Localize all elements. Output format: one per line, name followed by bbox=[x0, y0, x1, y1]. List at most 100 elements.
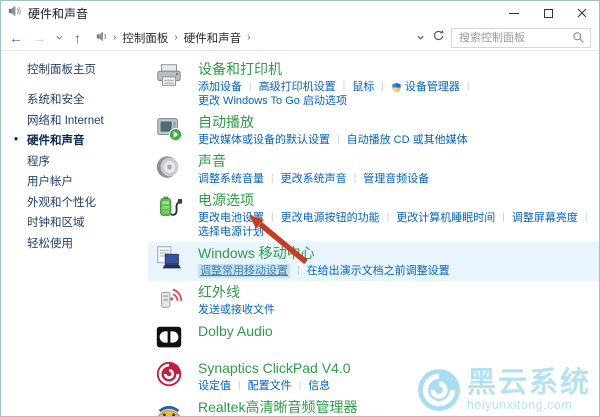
minimize-button[interactable] bbox=[497, 1, 531, 25]
task-link[interactable]: 设备管理器 bbox=[391, 80, 460, 94]
close-button[interactable] bbox=[565, 1, 599, 25]
task-links: 调整系统音量 | 更改系统声音 | 管理音频设备 bbox=[198, 172, 429, 186]
sidebar-item-label: 时钟和区域 bbox=[27, 217, 85, 229]
task-link[interactable]: 调整系统音量 bbox=[198, 172, 264, 186]
category-title[interactable]: 自动播放 bbox=[198, 114, 254, 131]
link-separator: | bbox=[502, 212, 505, 223]
task-link[interactable]: 调整屏幕亮度 bbox=[512, 211, 578, 225]
task-links: 更改电池设置 | 更改电源按钮的功能 | 更改计算机睡眠时间 | 调整屏幕亮度 | 选择电源计划 bbox=[198, 211, 599, 239]
breadcrumb-hardware-sound[interactable]: 硬件和声音 bbox=[184, 30, 242, 46]
sidebar-item[interactable]: • 硬件和声音 bbox=[14, 134, 148, 148]
breadcrumb-control-panel[interactable]: 控制面板 bbox=[122, 30, 168, 46]
maximize-icon bbox=[543, 8, 553, 18]
back-button[interactable]: ← bbox=[9, 31, 23, 45]
task-link[interactable]: 选择电源计划 bbox=[198, 225, 264, 239]
task-link[interactable]: 更改电池设置 bbox=[198, 211, 264, 225]
category-body: 自动播放更改媒体或设备的默认设置 | 自动播放 CD 或其他媒体 bbox=[198, 113, 468, 147]
breadcrumb-separator: › bbox=[247, 32, 251, 43]
breadcrumb-separator: › bbox=[113, 32, 117, 43]
link-separator: | bbox=[386, 212, 390, 223]
sidebar-item[interactable]: 时钟和区域 bbox=[27, 216, 148, 230]
task-link-label: 更改电源按钮的功能 bbox=[280, 212, 380, 224]
watermark-url: heiyunxitong.com bbox=[466, 398, 573, 413]
category-title[interactable]: 电源选项 bbox=[198, 192, 254, 209]
sidebar-item[interactable]: 网络和 Internet bbox=[27, 114, 148, 128]
battery-icon bbox=[153, 191, 185, 223]
dolby-icon bbox=[153, 322, 185, 354]
sidebar-item-label: 硬件和声音 bbox=[27, 135, 85, 147]
task-link-label: 自动播放 CD 或其他媒体 bbox=[346, 134, 468, 146]
search-input[interactable] bbox=[457, 30, 572, 45]
up-button[interactable]: ↑ bbox=[74, 31, 81, 45]
category-title[interactable]: Synaptics ClickPad V4.0 bbox=[198, 360, 351, 377]
address-dropdown-button[interactable] bbox=[416, 29, 425, 47]
category-body: 红外线发送或接收文件 bbox=[198, 283, 275, 317]
category-title[interactable]: 声音 bbox=[198, 153, 226, 170]
sidebar-item[interactable]: 系统和安全 bbox=[27, 93, 148, 107]
task-link[interactable]: 更改计算机睡眠时间 bbox=[396, 211, 495, 225]
task-links: 调整常用移动设置 | 在给出演示文档之前调整设置 bbox=[198, 264, 450, 278]
address-bar[interactable]: › 控制面板 › 硬件和声音 › bbox=[96, 30, 414, 46]
task-link[interactable]: 管理音频设备 bbox=[363, 172, 429, 186]
task-link-label: 更改计算机睡眠时间 bbox=[396, 212, 496, 224]
watermark: 黑云系统 heiyunxitong.com bbox=[416, 367, 591, 413]
close-icon bbox=[577, 8, 587, 18]
sidebar-item-home[interactable]: 控制面板主页 bbox=[27, 61, 148, 77]
sidebar-item-label: 系统和安全 bbox=[27, 94, 85, 106]
task-link-label: 发送或接收文件 bbox=[198, 304, 275, 316]
task-link-label: 更改系统声音 bbox=[280, 173, 347, 185]
task-link-label: 更改电池设置 bbox=[198, 212, 264, 224]
category-body: Windows 移动中心 调整常用移动设置 | 在给出演示文档之前调整设置 bbox=[198, 244, 450, 278]
category-title[interactable]: Windows 移动中心 bbox=[198, 245, 315, 262]
category-list: 设备和打印机 添加设备 | 高级打印机设置 | 鼠标 | 设备管理器 | 更改 Windows T… bbox=[148, 51, 599, 416]
sidebar-item[interactable]: 轻松使用 bbox=[27, 237, 148, 251]
autoplay-icon bbox=[153, 113, 185, 145]
sidebar-item-label: 程序 bbox=[27, 155, 50, 168]
window-controls bbox=[497, 1, 599, 25]
task-link[interactable]: 自动播放 CD 或其他媒体 bbox=[347, 133, 468, 147]
task-link[interactable]: 更改媒体或设备的默认设置 bbox=[198, 133, 330, 147]
link-separator: | bbox=[298, 380, 302, 391]
sidebar-item[interactable]: 程序 bbox=[27, 155, 148, 169]
task-link-label: 调整屏幕亮度 bbox=[511, 212, 578, 224]
maximize-button[interactable] bbox=[531, 1, 565, 25]
task-link-label: 高级打印机设置 bbox=[258, 81, 336, 93]
task-link[interactable]: 调整常用移动设置 bbox=[198, 264, 290, 278]
task-link[interactable]: 更改 Windows To Go 启动选项 bbox=[198, 94, 347, 108]
task-link[interactable]: 更改系统声音 bbox=[281, 172, 347, 186]
task-link[interactable]: 发送或接收文件 bbox=[198, 303, 275, 317]
uac-shield-icon bbox=[391, 82, 402, 93]
category-title[interactable]: 红外线 bbox=[198, 284, 240, 301]
task-link-label: 配置文件 bbox=[247, 380, 292, 392]
task-link[interactable]: 信息 bbox=[308, 379, 330, 393]
task-link[interactable]: 鼠标 bbox=[352, 80, 374, 94]
task-link[interactable]: 添加设备 bbox=[198, 80, 242, 94]
category-body: 设备和打印机 添加设备 | 高级打印机设置 | 鼠标 | 设备管理器 | 更改 Windows T… bbox=[198, 60, 599, 108]
link-separator: | bbox=[271, 173, 274, 184]
task-link-label: 更改 Windows To Go 启动选项 bbox=[198, 95, 347, 107]
task-link[interactable]: 高级打印机设置 bbox=[259, 80, 336, 94]
task-link[interactable]: 配置文件 bbox=[248, 379, 292, 393]
sidebar-item[interactable]: 用户帐户 bbox=[27, 175, 148, 189]
chevron-down-icon bbox=[417, 35, 424, 40]
category-title[interactable]: Dolby Audio bbox=[198, 323, 273, 340]
category-title[interactable]: 设备和打印机 bbox=[198, 61, 282, 78]
link-separator: | bbox=[297, 265, 300, 276]
recent-locations-button[interactable] bbox=[55, 33, 64, 42]
task-link-label: 信息 bbox=[308, 380, 331, 392]
address-tools bbox=[416, 29, 445, 47]
heiyun-logo-icon bbox=[418, 369, 460, 411]
content-area: 控制面板主页 系统和安全网络和 Internet • 硬件和声音程序用户帐户外观和个… bbox=[1, 51, 599, 416]
link-separator: | bbox=[353, 173, 357, 184]
task-link[interactable]: 更改电源按钮的功能 bbox=[281, 211, 380, 225]
refresh-button[interactable] bbox=[432, 29, 445, 47]
sidebar-item[interactable]: 外观和个性化 bbox=[27, 196, 148, 210]
task-links: 更改媒体或设备的默认设置 | 自动播放 CD 或其他媒体 bbox=[198, 133, 468, 147]
category-title[interactable]: Realtek高清晰音频管理器 bbox=[198, 399, 357, 416]
task-link[interactable]: 设定值 bbox=[198, 379, 231, 393]
sidebar-item-label: 外观和个性化 bbox=[27, 196, 96, 209]
task-link[interactable]: 在给出演示文档之前调整设置 bbox=[307, 264, 450, 278]
search-box[interactable] bbox=[451, 27, 591, 48]
forward-button[interactable]: → bbox=[32, 31, 46, 45]
category-body: 声音调整系统音量 | 更改系统声音 | 管理音频设备 bbox=[198, 152, 429, 186]
